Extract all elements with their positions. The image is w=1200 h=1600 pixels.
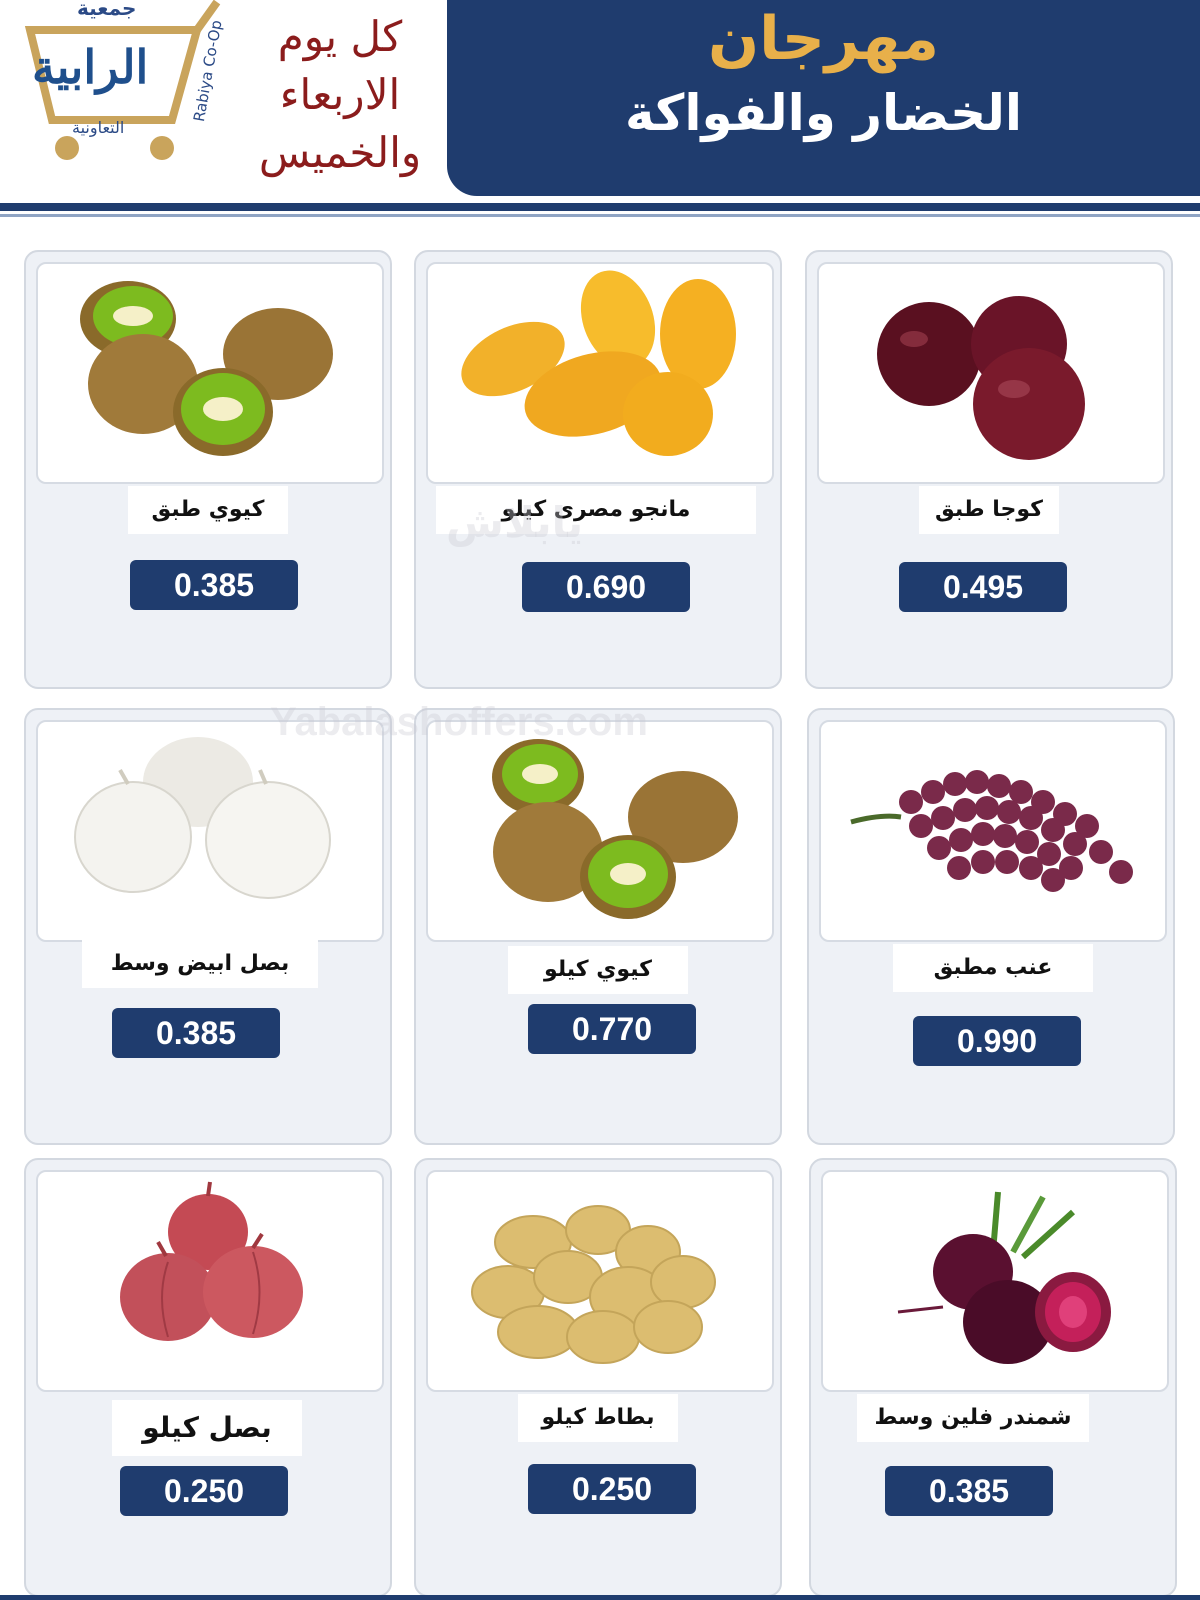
product-image bbox=[817, 262, 1165, 484]
product-name: شمندر فلين وسط bbox=[857, 1394, 1089, 1442]
banner-subtitle: الخضار والفواكة bbox=[624, 84, 1023, 142]
product-image bbox=[821, 1170, 1169, 1392]
product-name: كيوي طبق bbox=[128, 486, 288, 534]
offer-days: كل يوم الاربعاء والخميس bbox=[250, 8, 430, 188]
beetroot-icon bbox=[897, 1191, 1111, 1364]
product-image bbox=[36, 1170, 384, 1392]
product-name: بصل كيلو bbox=[112, 1400, 302, 1456]
product-price: 0.385 bbox=[112, 1008, 280, 1058]
red-onion-icon bbox=[120, 1181, 303, 1341]
product-price: 0.385 bbox=[130, 560, 298, 610]
logo-top-text: جمعية bbox=[77, 0, 137, 20]
offer-days-line3: والخميس bbox=[258, 128, 422, 177]
header: جمعية الرابية التعاونية Rabiya Co-Op كل … bbox=[0, 0, 1200, 217]
product-image bbox=[819, 720, 1167, 942]
product-card[interactable]: مانجو مصرى كيلو 0.690 bbox=[414, 250, 782, 689]
product-card[interactable]: بصل كيلو 0.250 bbox=[24, 1158, 392, 1597]
offer-days-line1: كل يوم bbox=[277, 12, 403, 61]
product-name: عنب مطبق bbox=[893, 944, 1093, 992]
product-price: 0.250 bbox=[120, 1466, 288, 1516]
product-card[interactable]: كيوي طبق 0.385 bbox=[24, 250, 392, 689]
header-divider bbox=[0, 203, 1200, 211]
kiwi-icon bbox=[80, 281, 333, 456]
product-image bbox=[36, 262, 384, 484]
kiwi-icon bbox=[492, 739, 738, 919]
product-card[interactable]: كيوي كيلو 0.770 bbox=[414, 708, 782, 1145]
banner-title: مهرجان bbox=[707, 4, 940, 74]
festival-banner: مهرجان الخضار والفواكة bbox=[447, 0, 1200, 196]
product-card[interactable]: كوجا طبق 0.495 bbox=[805, 250, 1173, 689]
logo-name: الرابية bbox=[32, 40, 149, 94]
plums-icon bbox=[877, 296, 1085, 460]
product-price: 0.990 bbox=[913, 1016, 1081, 1066]
footer-divider bbox=[0, 1595, 1200, 1600]
product-card[interactable]: بصل ابيض وسط 0.385 bbox=[24, 708, 392, 1145]
product-card[interactable]: عنب مطبق 0.990 bbox=[807, 708, 1175, 1145]
product-price: 0.495 bbox=[899, 562, 1067, 612]
product-card[interactable]: بطاط كيلو 0.250 bbox=[414, 1158, 782, 1597]
offer-days-line2: الاربعاء bbox=[279, 70, 401, 119]
product-name: كيوي كيلو bbox=[508, 946, 688, 994]
header-divider-thin bbox=[0, 214, 1200, 217]
arabic-watermark: يابلاش bbox=[446, 498, 584, 547]
product-price: 0.690 bbox=[522, 562, 690, 612]
grapes-icon bbox=[850, 770, 1133, 892]
product-image bbox=[426, 720, 774, 942]
product-price: 0.250 bbox=[528, 1464, 696, 1514]
product-name: بصل ابيض وسط bbox=[82, 940, 318, 988]
product-price: 0.385 bbox=[885, 1466, 1053, 1516]
product-name: كوجا طبق bbox=[919, 486, 1059, 534]
product-image bbox=[426, 1170, 774, 1392]
site-watermark: Yabalashoffers.com bbox=[270, 700, 648, 744]
product-card[interactable]: شمندر فلين وسط 0.385 bbox=[809, 1158, 1177, 1597]
rabiya-coop-logo: جمعية الرابية التعاونية Rabiya Co-Op bbox=[22, 0, 237, 170]
logo-bottom-text: التعاونية bbox=[72, 118, 125, 137]
potato-icon bbox=[471, 1205, 716, 1364]
product-image bbox=[426, 262, 774, 484]
mango-icon bbox=[461, 270, 736, 456]
white-onion-icon bbox=[74, 737, 331, 899]
product-image bbox=[36, 720, 384, 942]
product-price: 0.770 bbox=[528, 1004, 696, 1054]
product-name: بطاط كيلو bbox=[518, 1394, 678, 1442]
